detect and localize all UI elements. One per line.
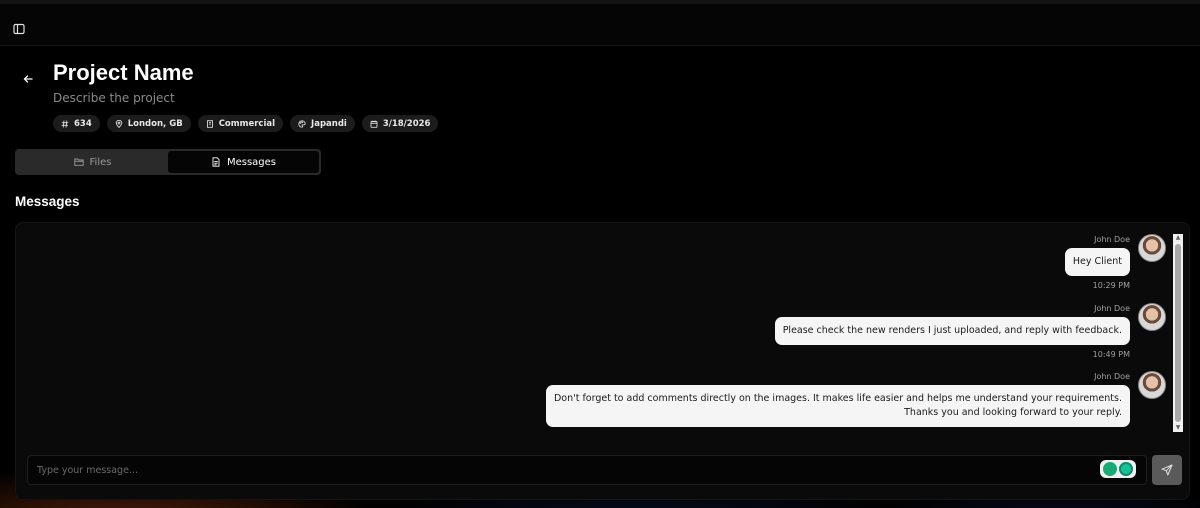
message-bubble: Please check the new renders I just uplo… (774, 317, 1130, 345)
project-badges: 634 London, GB Commercial Japandi 3/18/2… (53, 115, 439, 132)
scrollbar-thumb[interactable] (1175, 244, 1181, 422)
scroll-up-icon[interactable]: ▲ (1174, 234, 1182, 242)
message-line: Thanks you and looking forward to your r… (904, 407, 1122, 418)
badge-label: London, GB (127, 118, 183, 129)
badge-label: 634 (74, 118, 92, 129)
browser-extension-icons[interactable] (1100, 460, 1136, 478)
extension-icon[interactable] (1103, 462, 1117, 476)
back-arrow-icon[interactable] (18, 69, 38, 89)
message-line: Don't forget to add comments directly on… (553, 393, 1122, 404)
badge-date: 3/18/2026 (361, 115, 439, 132)
page-title: Project Name (53, 60, 194, 85)
messages-panel: John Doe Hey Client 10:29 PM John Doe Pl… (15, 222, 1190, 500)
message-bubble: Don't forget to add comments directly on… (545, 385, 1130, 427)
badge-label: Commercial (218, 118, 276, 129)
folder-icon (73, 158, 84, 166)
message-sender: John Doe (1094, 235, 1130, 244)
badge-location: London, GB (106, 115, 191, 132)
tab-label: Files (89, 156, 112, 168)
grammarly-icon[interactable] (1119, 462, 1133, 476)
tab-label: Messages (226, 156, 277, 168)
document-icon (212, 157, 220, 167)
hash-icon (61, 119, 69, 128)
message-list[interactable]: John Doe Hey Client 10:29 PM John Doe Pl… (16, 231, 1174, 437)
send-button[interactable] (1152, 455, 1182, 485)
badge-type: Commercial (197, 115, 284, 132)
badge-id: 634 (53, 115, 100, 132)
scroll-down-icon[interactable]: ▼ (1174, 424, 1182, 432)
badge-label: 3/18/2026 (382, 118, 431, 129)
tab-files[interactable]: Files (17, 151, 168, 173)
tab-messages[interactable]: Messages (168, 151, 319, 173)
building-icon (206, 119, 213, 128)
top-bar (0, 0, 1200, 46)
message-bubble: Hey Client (1064, 248, 1130, 276)
avatar (1138, 303, 1166, 331)
message-sender: John Doe (1094, 372, 1130, 381)
avatar (1138, 234, 1166, 262)
calendar-icon (370, 120, 378, 128)
view-tabs: Files Messages (15, 149, 321, 175)
message-item: John Doe Don't forget to add comments di… (545, 371, 1174, 427)
palette-icon (298, 119, 306, 128)
section-title: Messages (15, 194, 80, 209)
message-item: John Doe Please check the new renders I … (774, 303, 1174, 359)
project-description: Describe the project (53, 91, 175, 105)
send-icon (1161, 464, 1173, 476)
scrollbar[interactable]: ▲ ▼ (1173, 234, 1183, 432)
message-sender: John Doe (1094, 304, 1130, 313)
message-item: John Doe Hey Client 10:29 PM (1064, 234, 1174, 290)
message-time: 10:49 PM (1092, 350, 1130, 359)
message-composer (27, 455, 1147, 485)
message-time: 10:29 PM (1092, 281, 1130, 290)
avatar (1138, 371, 1166, 399)
badge-label: Japandi (311, 118, 347, 129)
sidebar-toggle-icon[interactable] (11, 21, 27, 37)
message-input[interactable] (37, 464, 1037, 476)
location-pin-icon (115, 119, 122, 128)
badge-style: Japandi (290, 115, 355, 132)
